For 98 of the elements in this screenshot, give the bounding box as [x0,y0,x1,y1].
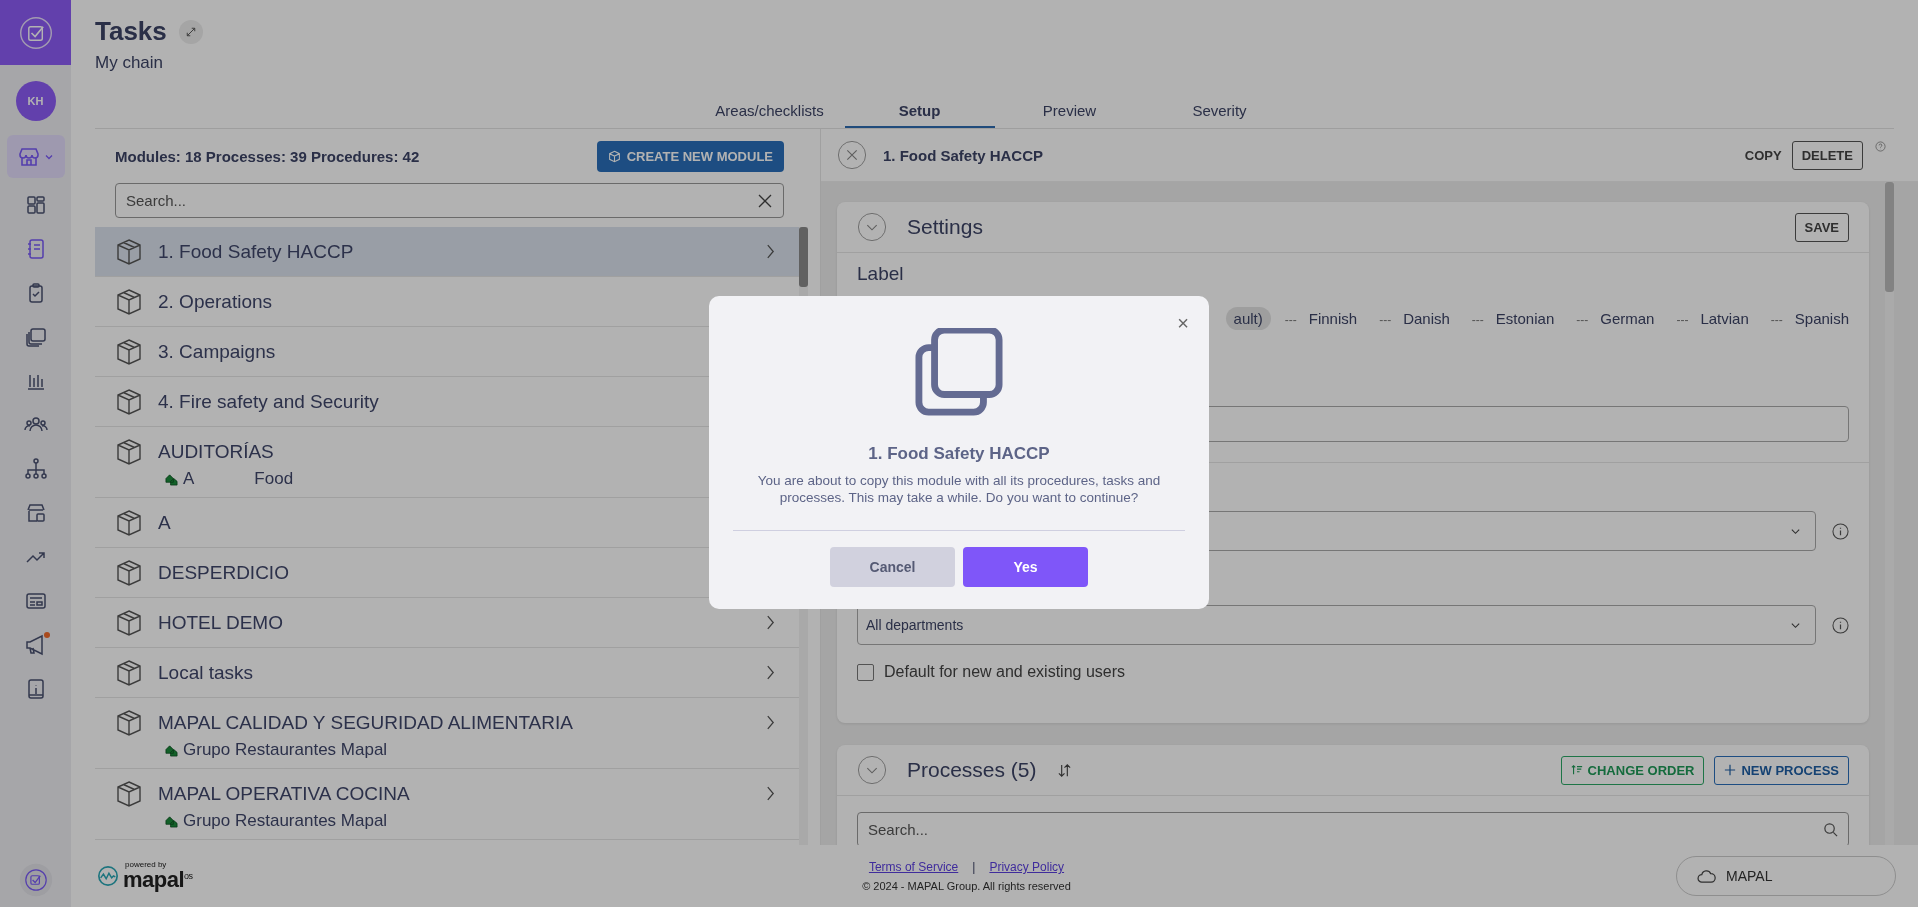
language-tab[interactable]: --- German [1568,307,1663,330]
scrollbar-thumb[interactable] [799,227,808,287]
card-title: Processes (5) [907,758,1037,782]
copy-button[interactable]: COPY [1744,147,1782,163]
tab[interactable]: Setup [844,95,995,128]
checkbox-label: Default for new and existing users [884,663,1125,681]
cube-icon [115,558,143,587]
module-stats: Modules: 18 Processes: 39 Procedures: 42 [115,148,420,165]
language-tab[interactable]: --- Finnish [1276,307,1366,330]
module-name: 1. Food Safety HACCP [158,240,354,263]
copy-icon [915,328,1003,416]
help-icon[interactable] [1875,141,1886,152]
houses-icon [165,472,178,486]
cloud-icon [1697,868,1716,884]
houses-icon [165,814,178,828]
privacy-link[interactable]: Privacy Policy [989,860,1065,874]
dialog-title: 1. Food Safety HACCP [868,444,1050,464]
sort-icon[interactable] [1056,762,1072,778]
module-name: 3. Campaigns [158,340,276,363]
cube-icon [115,437,143,466]
clear-icon[interactable] [757,193,773,209]
card-title: Settings [907,215,983,239]
language-tab[interactable]: --- Estonian [1463,307,1563,330]
copyright-text: © 2024 - MAPAL Group. All rights reserved [862,880,1071,892]
checkbox-logo-icon[interactable] [18,863,53,897]
tab[interactable]: Severity [1144,95,1295,128]
search-icon[interactable] [1823,822,1838,837]
collapse-icon[interactable] [857,212,887,242]
cube-icon [607,150,621,163]
cube-icon [115,708,143,737]
expand-icon [184,25,197,38]
checkbox[interactable] [857,663,874,681]
houses-icon [165,743,178,757]
cube-icon [115,287,143,316]
owner-name: Grupo Restaurantes Mapal [183,740,388,760]
account-button[interactable]: MAPAL [1676,856,1896,896]
wave-logo-icon [97,865,119,887]
cube-icon [115,337,143,366]
search-field[interactable]: Search... [857,812,1849,845]
module-name: Local tasks [158,661,254,684]
module-item[interactable]: 1. Food Safety HACCP [95,227,799,277]
user-avatar[interactable]: KH [15,81,56,121]
app-logo-tile[interactable] [0,0,71,65]
tab[interactable]: Preview [994,95,1145,128]
module-name: DESPERDICIO [158,561,289,584]
terms-link[interactable]: Terms of Service [868,860,959,874]
info-icon[interactable] [1832,522,1849,540]
save-button[interactable]: SAVE [1794,212,1849,242]
module-title: 1. Food Safety HACCP [883,146,1044,164]
plus-icon [1724,764,1737,776]
cube-icon [115,387,143,416]
owner-name: Grupo Restaurantes Mapal [183,811,388,831]
checkbox-logo-icon [17,14,54,51]
page-subtitle: My chain [95,53,165,73]
cube-icon [115,658,143,687]
powered-by-text: powered by [125,861,168,869]
close-circle-icon[interactable] [837,140,867,170]
hierarchy-icon [23,457,48,481]
module-name: AUDITORÍAS [158,440,274,463]
create-module-button[interactable]: CREATE NEW MODULE [596,141,784,172]
section-heading: Label [857,263,905,285]
tab[interactable]: Areas/checklists [694,95,845,128]
close-button[interactable]: × [1177,313,1189,333]
module-item[interactable]: Local tasks [95,648,799,698]
module-name: MAPAL OPERATIVA COCINA [158,782,410,805]
module-name: MAPAL CALIDAD Y SEGURIDAD ALIMENTARIA [158,711,573,734]
cube-icon [115,508,143,537]
stacked-cards-icon [23,325,48,349]
owner-name: Food [254,469,294,489]
cancel-button[interactable]: Cancel [830,547,955,587]
separator: | [972,860,976,874]
page-title: Tasks [95,16,167,47]
scrollbar-thumb[interactable] [1885,182,1894,292]
module-item[interactable]: MAPAL CALIDAD Y SEGURIDAD ALIMENTARIA Grupo Restaurantes Mapal [95,698,799,769]
module-item[interactable]: MAPAL OPERATIVA COCINA Grupo Restaurantes Mapal [95,769,799,840]
language-tab[interactable]: ault) [1225,307,1271,330]
cube-icon [115,779,143,808]
owner-name: A [183,469,195,489]
sort-list-icon [1570,764,1583,776]
collapse-icon[interactable] [857,755,887,785]
expand-button[interactable] [178,19,203,44]
language-tab[interactable]: --- Latvian [1668,307,1757,330]
module-name: A [158,511,171,534]
cube-icon [115,237,143,266]
brand-name: mapal$^{os}$ [123,869,193,891]
delete-button[interactable]: DELETE [1791,140,1863,170]
store-selector[interactable] [6,135,65,178]
search-field[interactable]: Search... [115,183,784,218]
module-name: HOTEL DEMO [158,611,283,634]
yes-button[interactable]: Yes [963,547,1088,587]
module-name: 2. Operations [158,290,273,313]
language-tab[interactable]: --- Spanish [1762,307,1857,330]
cube-icon [115,608,143,637]
language-tab[interactable]: --- Danish [1371,307,1458,330]
info-icon[interactable] [1832,616,1849,634]
module-name: 4. Fire safety and Security [158,390,379,413]
select-value: All departments [866,617,964,633]
new-process-button[interactable]: NEW PROCESS [1714,755,1849,785]
